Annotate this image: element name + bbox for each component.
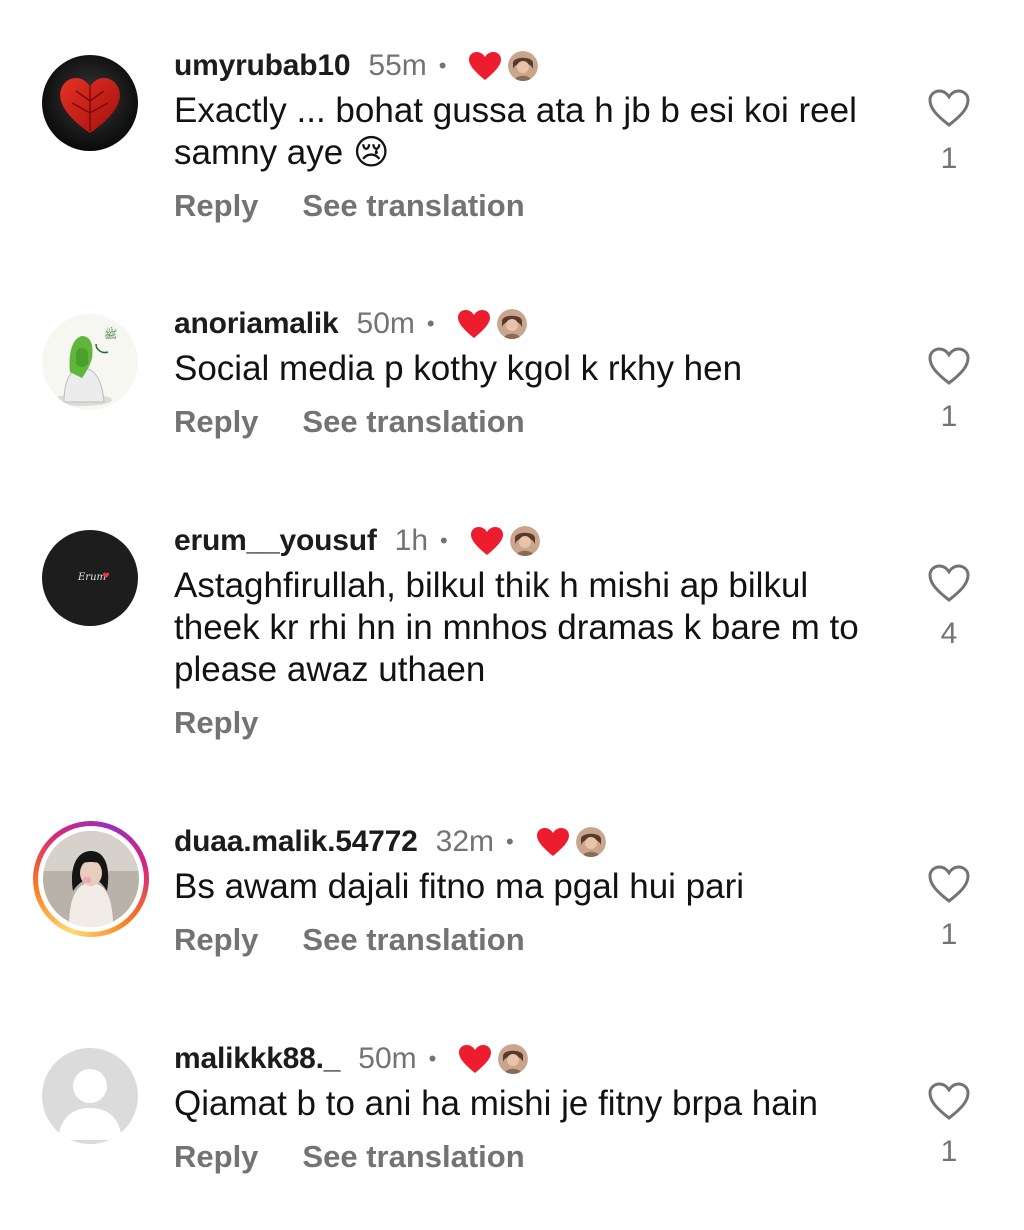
default-avatar-icon (42, 1048, 138, 1144)
comment-username[interactable]: umyrubab10 (174, 49, 351, 83)
comment-username[interactable]: anoriamalik (174, 307, 339, 341)
like-heart-icon[interactable] (920, 1081, 978, 1121)
comment-text: Bs awam dajali fitno ma pgal hui pari (174, 867, 745, 906)
comment-time: 50m (358, 1042, 417, 1075)
creator-avatar-icon (498, 1044, 529, 1074)
like-heart-icon[interactable] (920, 864, 978, 904)
like-heart-icon[interactable] (920, 346, 978, 386)
comment-time: 32m (435, 825, 494, 858)
like-count: 1 (940, 918, 958, 951)
like-count: 1 (940, 142, 958, 175)
comment-text: Exactly ... bohat gussa ata h jb b esi k… (174, 91, 857, 172)
red-leaf-heart-avatar-icon (42, 55, 138, 151)
comment-time: 55m (368, 49, 427, 82)
comment-text: Qiamat b to ani ha mishi je fitny brpa h… (174, 1084, 818, 1123)
creator-avatar-icon (509, 526, 540, 556)
comment-time: 1h (394, 524, 429, 557)
user-avatar[interactable]: ﷺ (42, 314, 138, 410)
girl-photo-story-avatar-icon (43, 831, 139, 927)
creator-avatar-icon (508, 51, 539, 81)
comment-username[interactable]: malikkk88._ (174, 1042, 340, 1076)
creator-avatar-icon (496, 309, 527, 339)
like-heart-icon[interactable] (920, 88, 978, 128)
see-translation-button[interactable]: See translation (302, 1139, 524, 1175)
separator-dot: • (440, 528, 448, 553)
user-avatar[interactable]: Erum (42, 530, 138, 626)
creator-liked-heart-icon (468, 51, 502, 81)
comment-username[interactable]: duaa.malik.54772 (174, 825, 418, 859)
user-avatar[interactable] (42, 1048, 138, 1144)
green-hijab-girl-avatar-icon: ﷺ (42, 314, 138, 410)
reply-button[interactable]: Reply (174, 1139, 258, 1175)
user-avatar-story-ring[interactable] (33, 821, 149, 937)
reply-button[interactable]: Reply (174, 188, 258, 224)
reply-button[interactable]: Reply (174, 404, 258, 440)
svg-text:Erum: Erum (77, 572, 106, 583)
separator-dot: • (438, 53, 447, 78)
reply-button[interactable]: Reply (174, 705, 258, 741)
creator-liked-heart-icon (536, 827, 570, 857)
like-count: 4 (940, 617, 958, 650)
creator-avatar-icon (575, 827, 606, 857)
creator-liked-heart-icon (470, 526, 504, 556)
separator-dot: • (426, 311, 435, 336)
like-count: 1 (940, 400, 958, 433)
see-translation-button[interactable]: See translation (302, 404, 524, 440)
dark-signature-avatar-icon: Erum (42, 530, 138, 626)
creator-liked-heart-icon (457, 309, 491, 339)
reply-button[interactable]: Reply (174, 922, 258, 958)
comment-text: Social media p kothy kgol k rkhy hen (174, 349, 743, 388)
creator-liked-heart-icon (458, 1044, 492, 1074)
see-translation-button[interactable]: See translation (302, 188, 524, 224)
separator-dot: • (506, 829, 514, 854)
comment-time: 50m (356, 307, 415, 340)
user-avatar[interactable] (42, 55, 138, 151)
svg-text:ﷺ: ﷺ (104, 326, 117, 341)
like-heart-icon[interactable] (920, 563, 978, 603)
comment-username[interactable]: erum__yousuf (174, 524, 377, 558)
comment-text: Astaghfirullah, bilkul thik h mishi ap b… (174, 566, 859, 689)
like-count: 1 (940, 1135, 958, 1168)
see-translation-button[interactable]: See translation (302, 922, 524, 958)
separator-dot: • (428, 1046, 437, 1071)
